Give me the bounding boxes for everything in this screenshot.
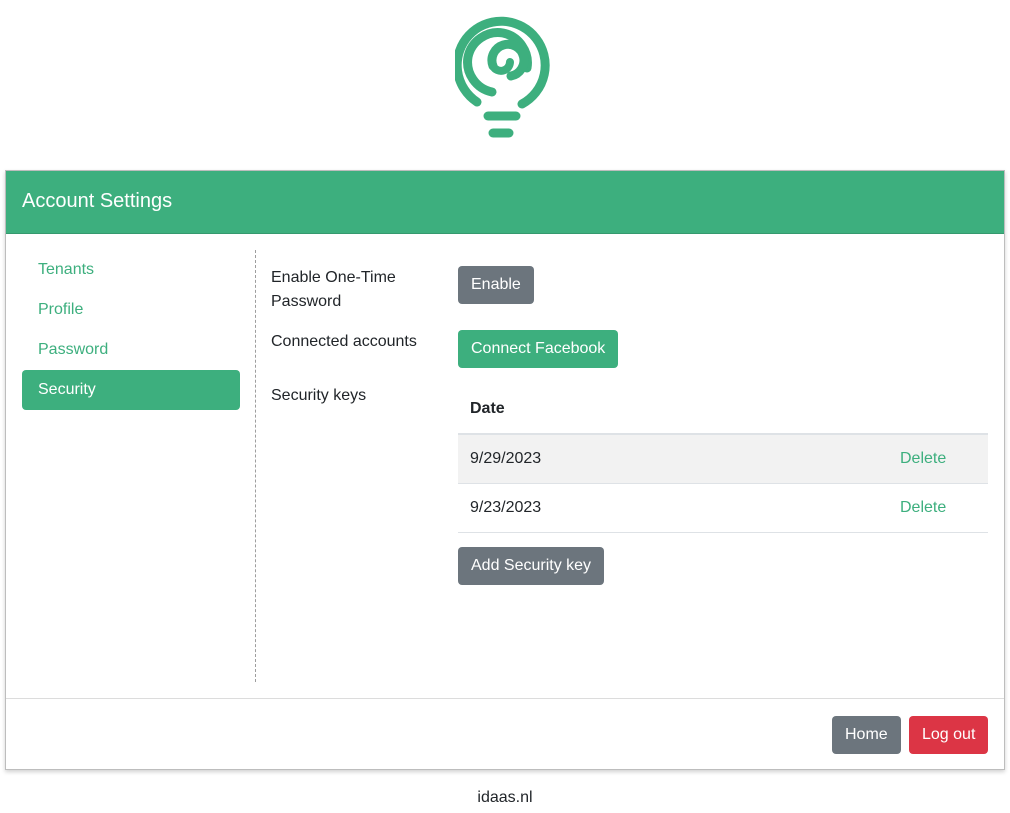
connect-facebook-button[interactable]: Connect Facebook bbox=[458, 330, 619, 368]
logo-area bbox=[0, 0, 1010, 170]
enable-otp-button[interactable]: Enable bbox=[458, 266, 534, 304]
site-domain: idaas.nl bbox=[477, 789, 533, 806]
key-date: 9/23/2023 bbox=[470, 499, 542, 516]
security-keys-label: Security keys bbox=[271, 387, 367, 404]
sidebar-item-security[interactable]: Security bbox=[22, 370, 240, 410]
card-header: Account Settings bbox=[6, 171, 1004, 234]
sidebar-item-password[interactable]: Password bbox=[22, 330, 240, 370]
sidebar-item-profile[interactable]: Profile bbox=[22, 290, 240, 330]
card-footer: Home Log out bbox=[6, 698, 1004, 770]
sidebar-divider bbox=[255, 250, 256, 682]
table-row: 9/23/2023 Delete bbox=[458, 484, 988, 533]
delete-key-link[interactable]: Delete bbox=[900, 435, 946, 483]
table-header-date: Date bbox=[458, 384, 988, 435]
sidebar-item-tenants[interactable]: Tenants bbox=[22, 250, 240, 290]
logout-button[interactable]: Log out bbox=[909, 716, 989, 754]
key-date: 9/29/2023 bbox=[470, 450, 542, 467]
otp-label: Enable One-Time Password bbox=[271, 269, 396, 310]
home-button[interactable]: Home bbox=[832, 716, 901, 754]
connected-accounts-label: Connected accounts bbox=[271, 333, 417, 350]
table-row: 9/29/2023 Delete bbox=[458, 435, 988, 484]
security-keys-table: Date 9/29/2023 Delete 9/23/2023 Delete bbox=[458, 384, 988, 533]
page-title: Account Settings bbox=[22, 190, 173, 212]
add-security-key-button[interactable]: Add Security key bbox=[458, 547, 605, 585]
delete-key-link[interactable]: Delete bbox=[900, 484, 946, 532]
spiral-lightbulb-icon bbox=[455, 16, 550, 138]
account-settings-card: Account Settings Tenants Profile Passwor… bbox=[5, 170, 1005, 770]
settings-sidebar: Tenants Profile Password Security bbox=[22, 250, 240, 410]
